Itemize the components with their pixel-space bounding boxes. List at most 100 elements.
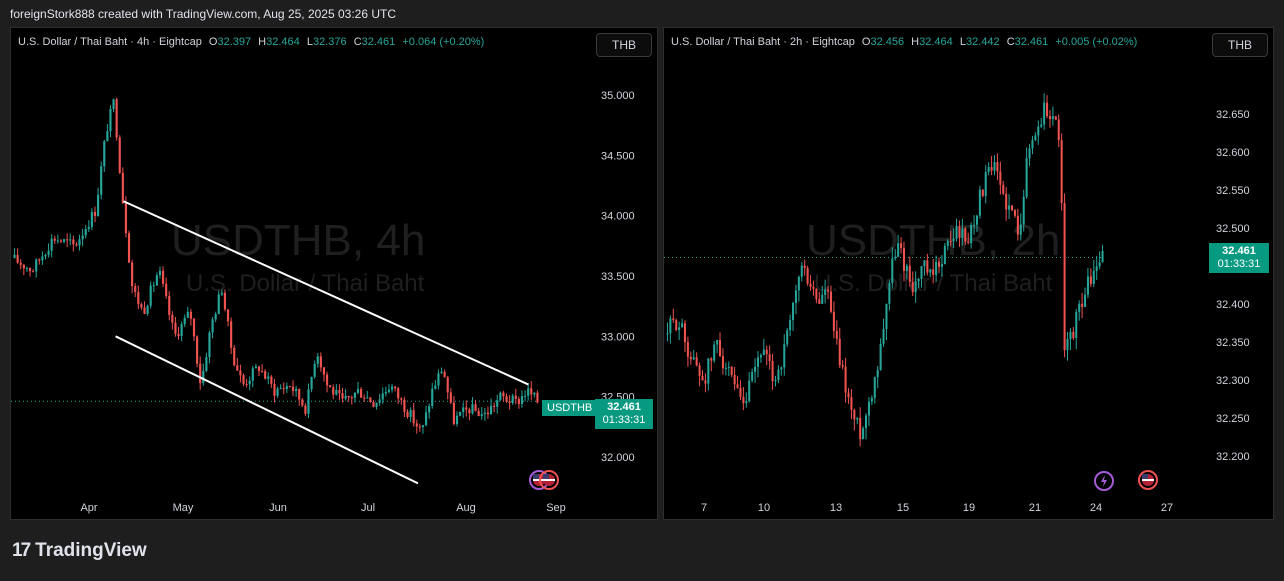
candle-body (121, 172, 124, 204)
candle-body (56, 240, 59, 242)
candle-body (996, 162, 999, 172)
bar-countdown: 01:33:31 (1217, 258, 1261, 270)
candle-body (260, 371, 264, 373)
y-axis-tick-label: 32.300 (1216, 375, 1250, 387)
candle-body (1034, 135, 1037, 141)
candle-body (978, 189, 981, 216)
x-axis-tick-label: 10 (758, 502, 770, 514)
candle-body (236, 365, 239, 371)
candle-body (335, 390, 338, 395)
candlestick-chart-4h[interactable]: 35.00034.50034.00033.50033.00032.50032.0… (11, 28, 657, 519)
candle-body (471, 404, 474, 414)
candle-body (220, 292, 223, 295)
candlestick-chart-2h[interactable]: 32.65032.60032.55032.50032.45032.40032.3… (664, 28, 1273, 519)
candle-body (724, 367, 727, 369)
chart-panel-4h[interactable]: USDTHB, 4h U.S. Dollar / Thai Baht 35.00… (10, 27, 658, 520)
chart-header: foreignStork888 created with TradingView… (10, 7, 397, 21)
candle-body (1095, 266, 1098, 271)
candle-body (356, 389, 360, 393)
candle-body (806, 268, 809, 284)
candle-body (72, 239, 75, 245)
candle-body (774, 380, 777, 382)
candle-body (62, 239, 66, 242)
candle-body (421, 425, 425, 428)
candle-body (183, 317, 186, 325)
candle-body (449, 392, 452, 403)
y-axis-tick-label: 34.500 (601, 150, 635, 162)
currency-button[interactable]: THB (596, 33, 652, 57)
legend-high-label: H (911, 36, 920, 48)
candle-body (97, 194, 100, 216)
candle-body (716, 340, 719, 345)
channel-upper-trendline (123, 200, 529, 386)
candle-body (961, 228, 964, 238)
candle-body (486, 412, 490, 415)
candle-body (406, 411, 409, 417)
candle-body (955, 226, 958, 239)
chart-panel-2h[interactable]: USDTHB, 2h U.S. Dollar / Thai Baht 32.65… (663, 27, 1274, 520)
candle-body (489, 405, 493, 415)
candle-body (483, 412, 486, 415)
candle-body (908, 265, 911, 282)
candle-body (254, 366, 257, 369)
candle-body (75, 244, 78, 246)
candle-body (455, 415, 459, 425)
last-price-badge: 32.461 01:33:31 (595, 399, 653, 429)
candle-body (226, 309, 230, 322)
x-axis-tick-label: 24 (1090, 502, 1102, 514)
candle-body (745, 401, 748, 404)
candle-body (812, 286, 815, 289)
candle-body (835, 330, 838, 339)
candle-body (771, 361, 774, 381)
candle-body (818, 299, 821, 304)
candle-body (366, 397, 369, 399)
candle-body (424, 412, 428, 426)
candle-body (914, 281, 917, 293)
candle-body (765, 349, 768, 355)
candle-body (199, 363, 202, 384)
candle-body (177, 333, 180, 336)
tradingview-logo-text: TradingView (35, 540, 147, 561)
candle-body (891, 258, 894, 283)
candle-body (523, 395, 527, 397)
candle-body (112, 99, 115, 109)
candle-body (821, 294, 824, 304)
candle-body (675, 319, 678, 330)
candle-body (803, 265, 806, 269)
currency-button[interactable]: THB (1212, 33, 1268, 57)
candle-body (115, 99, 118, 138)
candle-body (109, 108, 112, 132)
tradingview-logo-icon: 17 (12, 540, 31, 561)
candle-body (22, 264, 25, 269)
last-price-value: 32.461 (1222, 245, 1256, 257)
tradingview-logo[interactable]: 17 TradingView (12, 540, 147, 562)
candle-body (143, 307, 146, 314)
candle-body (902, 248, 906, 271)
candle-body (888, 282, 891, 304)
candle-body (1016, 215, 1019, 235)
x-axis-tick-label: 13 (830, 502, 842, 514)
candle-body (233, 347, 236, 366)
candle-body (520, 396, 524, 404)
x-axis-tick-label: Jun (269, 502, 287, 514)
candle-body (756, 357, 760, 367)
flag-canton (533, 474, 539, 479)
legend-open-value: 32.397 (217, 36, 252, 48)
candle-body (692, 357, 695, 360)
candle-body (1086, 276, 1089, 295)
candle-body (415, 423, 418, 427)
candle-body (41, 256, 44, 261)
candle-body (369, 397, 372, 402)
candle-body (347, 396, 350, 398)
candle-body (208, 332, 211, 358)
x-axis-tick-label: 7 (701, 502, 707, 514)
candle-body (499, 392, 502, 401)
candle-body (952, 238, 955, 242)
candle-body (1051, 116, 1054, 120)
candle-body (897, 243, 900, 257)
candle-body (137, 291, 140, 305)
x-axis-tick-label: May (173, 502, 194, 514)
candle-body (174, 322, 177, 334)
candle-body (1019, 224, 1022, 235)
candle-body (325, 374, 329, 386)
